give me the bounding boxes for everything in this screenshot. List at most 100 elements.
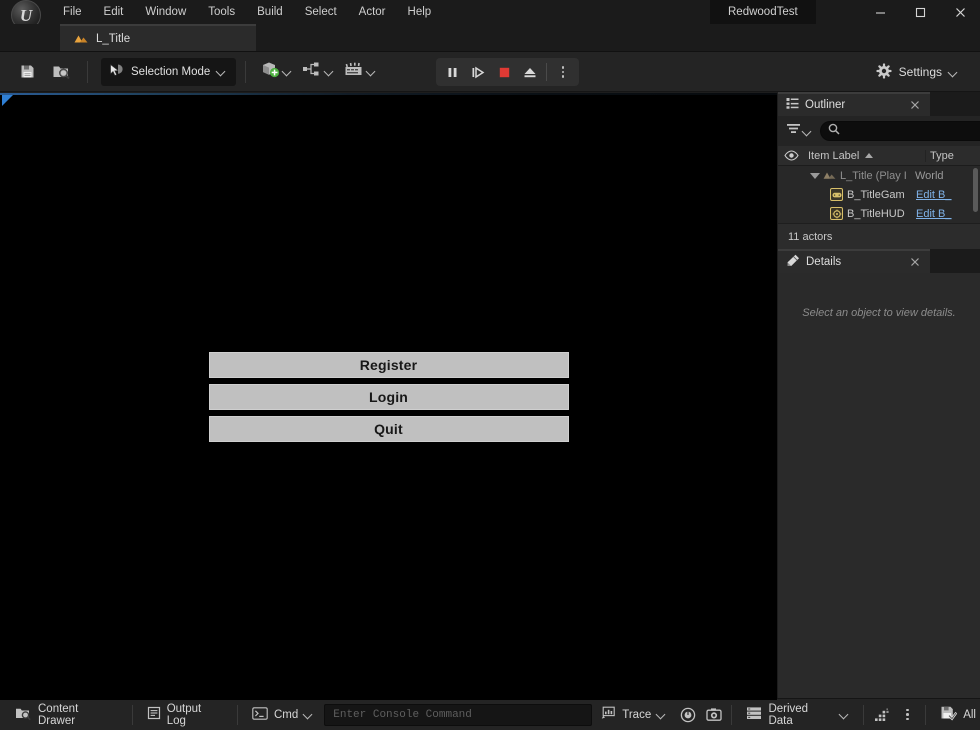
output-log-icon: [147, 706, 161, 723]
level-icon: [74, 33, 88, 45]
menu-item-window[interactable]: Window: [134, 0, 197, 24]
details-empty-message: Select an object to view details.: [802, 307, 956, 319]
content-drawer-label: Content Drawer: [38, 702, 79, 727]
play-controls-divider: [546, 63, 547, 81]
outliner-scrollbar[interactable]: [973, 168, 978, 212]
close-icon[interactable]: [909, 99, 921, 111]
pause-button[interactable]: [439, 60, 465, 84]
close-button[interactable]: [940, 0, 980, 24]
cmd-label: Cmd: [273, 708, 299, 721]
cinematics-icon: [344, 61, 364, 83]
menu-item-actor[interactable]: Actor: [348, 0, 397, 24]
table-row[interactable]: B_TitleHUD Edit B_: [778, 204, 980, 223]
trace-button[interactable]: Trace: [592, 703, 675, 727]
content-drawer-button[interactable]: Content Drawer: [6, 703, 127, 727]
game-login-button[interactable]: Login: [208, 383, 569, 410]
maximize-button[interactable]: [900, 0, 940, 24]
toolbar-divider-2: [245, 60, 247, 83]
tab-outliner[interactable]: Outliner: [778, 92, 930, 116]
unreal-logo[interactable]: U: [0, 0, 52, 30]
eject-button[interactable]: [517, 60, 543, 84]
close-icon[interactable]: [909, 256, 921, 268]
more-options-icon: [561, 66, 565, 78]
stop-button[interactable]: [491, 60, 517, 84]
details-icon: [786, 254, 800, 270]
menu-item-edit[interactable]: Edit: [93, 0, 135, 24]
outliner-column-headers: Item Label Type: [778, 146, 980, 166]
tab-details[interactable]: Details: [778, 249, 930, 273]
resource-stats-button[interactable]: [869, 703, 895, 727]
derived-data-icon: [746, 706, 762, 723]
add-actor-icon: [260, 60, 280, 83]
blueprints-button[interactable]: [297, 58, 339, 86]
selection-mode-label: Selection Mode: [131, 65, 211, 78]
unreal-editor-window: U File Edit Window Tools Build Select Ac…: [0, 0, 980, 730]
expand-triangle-icon[interactable]: [810, 172, 820, 179]
save-button[interactable]: [10, 58, 44, 86]
table-row[interactable]: L_Title (Play I World: [778, 166, 980, 185]
level-tab-strip: L_Title: [0, 24, 980, 52]
outliner-row-type: World: [915, 169, 944, 182]
column-item-label-text: Item Label: [808, 149, 860, 162]
game-register-button[interactable]: Register: [208, 351, 569, 378]
selection-mode-button[interactable]: Selection Mode: [101, 57, 237, 86]
toolbar-divider-1: [87, 60, 88, 83]
status-bar: Content Drawer Output Log Cmd Enter Cons…: [0, 698, 980, 730]
editor-body: Register Login Quit Outliner Item Label …: [0, 92, 980, 700]
outliner-status: 11 actors: [778, 223, 980, 249]
trace-record-button[interactable]: [675, 703, 701, 727]
game-quit-button[interactable]: Quit: [208, 415, 569, 442]
save-all-button[interactable]: All: [931, 703, 980, 727]
console-command-box[interactable]: [324, 703, 593, 726]
gear-icon: [876, 62, 892, 82]
outliner-search-input[interactable]: [845, 125, 980, 137]
console-command-input[interactable]: [333, 708, 584, 721]
column-item-label-header[interactable]: Item Label: [804, 150, 925, 162]
more-options-icon: [906, 708, 909, 721]
tab-level-l-title[interactable]: L_Title: [60, 24, 256, 52]
chevron-down-icon: [367, 67, 376, 76]
status-more-button[interactable]: [895, 703, 921, 727]
cmd-button[interactable]: Cmd: [243, 703, 322, 727]
trace-label: Trace: [622, 708, 652, 721]
menu-item-help[interactable]: Help: [397, 0, 443, 24]
menu-item-select[interactable]: Select: [294, 0, 348, 24]
chevron-down-icon: [803, 127, 812, 136]
trace-icon: [601, 706, 616, 723]
minimize-button[interactable]: [860, 0, 900, 24]
menu-item-build[interactable]: Build: [246, 0, 294, 24]
outliner-filter-button[interactable]: [784, 120, 814, 142]
output-log-button[interactable]: Output Log: [138, 703, 232, 727]
content-drawer-icon: [15, 706, 32, 724]
menu-item-tools[interactable]: Tools: [197, 0, 246, 24]
trace-snapshot-button[interactable]: [701, 703, 727, 727]
settings-button[interactable]: Settings: [868, 58, 966, 86]
main-toolbar: Selection Mode Settings: [0, 52, 980, 92]
column-type-header[interactable]: Type: [925, 149, 980, 162]
game-main-menu: Register Login Quit: [0, 93, 777, 700]
blueprint-gamemode-icon: [830, 188, 843, 201]
outliner-row-edit-link[interactable]: Edit B_: [913, 189, 968, 201]
chevron-down-icon: [304, 710, 313, 719]
chevron-down-icon: [657, 710, 666, 719]
viewport-container: Register Login Quit: [0, 92, 778, 700]
menu-item-file[interactable]: File: [52, 0, 93, 24]
level-viewport[interactable]: Register Login Quit: [0, 93, 777, 700]
details-panel: Details Select an object to view details…: [778, 249, 980, 698]
outliner-row-edit-link[interactable]: Edit B_: [913, 208, 968, 220]
cinematics-button[interactable]: [339, 58, 381, 86]
add-actor-button[interactable]: [255, 58, 297, 86]
column-visibility-header[interactable]: [778, 150, 804, 161]
outliner-toolbar: [778, 116, 980, 146]
outliner-icon: [786, 97, 799, 113]
status-divider-3: [731, 704, 733, 725]
tab-outliner-label: Outliner: [805, 99, 846, 111]
frame-advance-button[interactable]: [465, 60, 491, 84]
status-divider-2: [236, 704, 238, 725]
outliner-search-box[interactable]: [820, 121, 980, 141]
play-options-button[interactable]: [550, 60, 576, 84]
browse-content-button[interactable]: [44, 58, 78, 86]
table-row[interactable]: B_TitleGam Edit B_: [778, 185, 980, 204]
derived-data-button[interactable]: Derived Data: [737, 703, 858, 727]
blueprint-hud-icon: [830, 207, 843, 220]
